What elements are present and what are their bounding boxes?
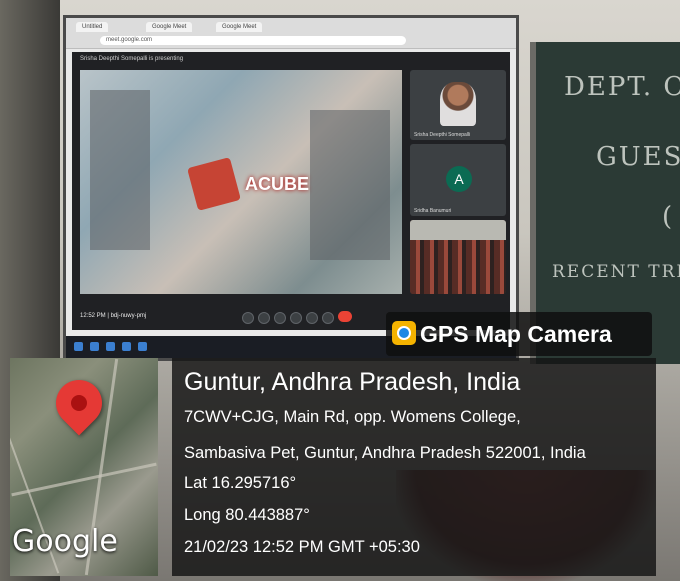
mic-icon[interactable] xyxy=(242,312,254,324)
taskbar-app-icon[interactable] xyxy=(122,342,131,351)
acube-logo-icon xyxy=(187,157,241,211)
taskbar-app-icon[interactable] xyxy=(90,342,99,351)
camera-icon[interactable] xyxy=(258,312,270,324)
participant-tile[interactable] xyxy=(410,220,506,294)
shared-screen-video: ACUBE xyxy=(80,70,402,294)
shop-rack xyxy=(310,110,390,260)
pin-center xyxy=(67,391,91,415)
browser-tab[interactable]: Google Meet xyxy=(216,22,263,32)
participant-tile[interactable]: A Sridha Banumuri xyxy=(410,144,506,216)
address-bar[interactable]: meet.google.com xyxy=(100,36,406,45)
classroom-wall xyxy=(410,220,506,240)
taskbar-app-icon[interactable] xyxy=(106,342,115,351)
participant-name: Srisha Deepthi Somepalli xyxy=(414,132,471,138)
browser-bar: Untitled Google Meet Google Meet meet.go… xyxy=(66,18,516,49)
board-line-2: GUEST xyxy=(596,142,680,172)
shop-rack xyxy=(90,90,150,250)
participant-avatar: A xyxy=(446,166,472,192)
taskbar-app-icon[interactable] xyxy=(138,342,147,351)
projected-screen: Untitled Google Meet Google Meet meet.go… xyxy=(66,18,516,358)
longitude: Long 80.443887° xyxy=(184,506,310,524)
participant-tile[interactable]: Srisha Deepthi Somepalli xyxy=(410,70,506,140)
end-call-button[interactable] xyxy=(338,311,352,322)
datetime: 21/02/23 12:52 PM GMT +05:30 xyxy=(184,538,420,556)
meet-window: Srisha Deepthi Somepalli is presenting A… xyxy=(72,52,510,330)
browser-tab[interactable]: Untitled xyxy=(76,22,109,32)
acube-logo-text: ACUBE xyxy=(245,174,310,194)
address-line-2: Sambasiva Pet, Guntur, Andhra Pradesh 52… xyxy=(184,444,586,462)
map-road xyxy=(11,462,157,497)
start-icon[interactable] xyxy=(74,342,83,351)
more-options-icon[interactable] xyxy=(322,312,334,324)
board-line-4: RECENT TRE xyxy=(552,262,680,282)
browser-tab[interactable]: Google Meet xyxy=(146,22,193,32)
captions-icon[interactable] xyxy=(274,312,286,324)
gps-icon-lens xyxy=(397,326,411,340)
participant-name: Sridha Banumuri xyxy=(414,208,452,214)
google-logo: Google xyxy=(12,524,118,559)
board-line-1: DEPT. OF xyxy=(564,72,680,102)
address-line-1: 7CWV+CJG, Main Rd, opp. Womens College, xyxy=(184,408,521,426)
meeting-time: 12:52 PM | bdj-nuwy-pmj xyxy=(80,313,147,319)
raise-hand-icon[interactable] xyxy=(290,312,302,324)
location-title: Guntur, Andhra Pradesh, India xyxy=(184,368,521,396)
map-thumbnail: Google xyxy=(10,358,158,576)
board-line-3: ( xyxy=(662,202,675,232)
present-icon[interactable] xyxy=(306,312,318,324)
latitude: Lat 16.295716° xyxy=(184,474,297,492)
participant-video xyxy=(440,82,476,126)
location-info-panel: Guntur, Andhra Pradesh, India 7CWV+CJG, … xyxy=(172,358,656,576)
gps-map-camera-badge: GPS Map Camera xyxy=(386,312,652,356)
map-pin-camera-icon xyxy=(392,321,416,345)
presenting-label: Srisha Deepthi Somepalli is presenting xyxy=(80,56,184,62)
location-pin-icon xyxy=(46,370,112,436)
gps-badge-text: GPS Map Camera xyxy=(420,321,612,347)
